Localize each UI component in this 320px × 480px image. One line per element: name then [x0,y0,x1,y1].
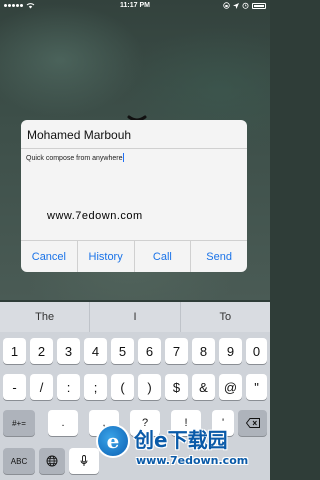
action-bar: Cancel History Call Send [21,241,247,272]
key-slash[interactable]: / [30,374,53,400]
suggestion-item[interactable]: The [0,302,91,332]
message-input[interactable]: Quick compose from anywhere [26,153,125,162]
recipient-name[interactable]: Mohamed Marbouh [27,128,131,142]
key-at[interactable]: @ [219,374,242,400]
key-ampersand[interactable]: & [192,374,215,400]
history-button[interactable]: History [78,241,135,272]
abc-key[interactable]: ABC [3,448,35,474]
key-3[interactable]: 3 [57,338,80,364]
key-2[interactable]: 2 [30,338,53,364]
globe-key[interactable] [39,448,65,474]
logo-url-text: www.7edown.com [136,454,249,467]
key-9[interactable]: 9 [219,338,242,364]
key-8[interactable]: 8 [192,338,215,364]
text-caret [123,153,125,162]
key-hyphen[interactable]: - [3,374,26,400]
quick-compose-card: Mohamed Marbouh Quick compose from anywh… [21,120,247,272]
globe-icon [46,455,58,467]
key-colon[interactable]: : [57,374,80,400]
battery-icon [252,2,266,9]
key-0[interactable]: 0 [246,338,267,364]
key-close-paren[interactable]: ) [138,374,161,400]
logo-mark: e [96,424,130,458]
divider [21,148,247,149]
symbols-toggle-key[interactable]: #+= [3,410,35,436]
lock-rotation-icon [223,2,230,9]
suggestion-item[interactable]: I [90,302,181,332]
key-4[interactable]: 4 [84,338,107,364]
alarm-icon [242,2,249,9]
dictation-key[interactable] [69,448,99,474]
message-text: Quick compose from anywhere [26,155,123,162]
microphone-icon [80,455,88,466]
key-open-paren[interactable]: ( [111,374,134,400]
call-button[interactable]: Call [135,241,192,272]
watermark-text: www.7edown.com [47,210,143,222]
key-dollar[interactable]: $ [165,374,188,400]
status-bar: 11:17 PM [0,0,270,12]
suggestion-bar: The I To [0,302,270,332]
suggestion-item[interactable]: To [181,302,270,332]
key-1[interactable]: 1 [3,338,26,364]
key-quote[interactable]: " [246,374,267,400]
key-5[interactable]: 5 [111,338,134,364]
cancel-button[interactable]: Cancel [21,241,78,272]
location-icon [233,2,239,9]
logo-brand-text: 创e下载园 [134,428,228,452]
key-period[interactable]: . [48,410,78,436]
key-semicolon[interactable]: ; [84,374,107,400]
key-6[interactable]: 6 [138,338,161,364]
key-7[interactable]: 7 [165,338,188,364]
send-button[interactable]: Send [191,241,247,272]
site-watermark-logo: e 创e下载园 www.7edown.com [96,418,270,480]
